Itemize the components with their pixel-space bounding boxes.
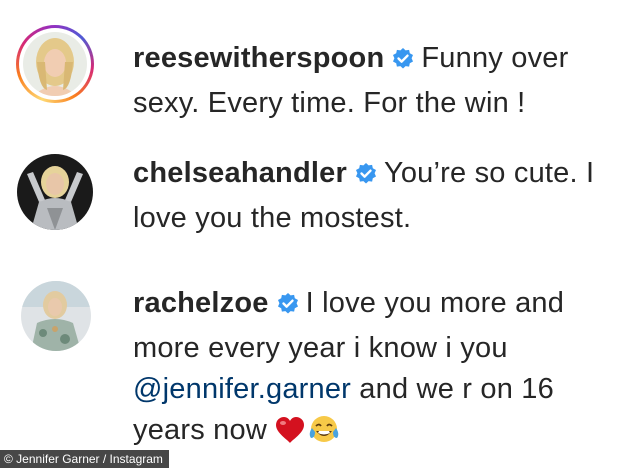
story-ring[interactable]	[16, 25, 94, 103]
mention-link[interactable]: @jennifer.garner	[133, 373, 351, 405]
red-heart-emoji-icon	[275, 415, 305, 456]
comment-rachelzoe: rachelzoe I love you more and more every y…	[0, 270, 634, 468]
comment-body-cont: sexy. Every time. For the win !	[133, 87, 526, 119]
comment-body-cont: and we r on 16	[351, 373, 554, 405]
comment-chelseahandler: chelseahandler You’re so cute. I love you …	[0, 140, 634, 270]
comment-body-cont: more every year i know i you	[133, 332, 508, 364]
comment-body-cont: years now	[133, 414, 267, 446]
verified-badge-icon	[354, 157, 378, 198]
username-link[interactable]: chelseahandler	[133, 157, 347, 189]
verified-badge-icon	[391, 42, 415, 83]
comment-text: reesewitherspoon Funny over sexy. Every ti…	[133, 38, 603, 124]
comment-reesewitherspoon: reesewitherspoon Funny over sexy. Every ti…	[0, 0, 634, 140]
avatar[interactable]	[23, 32, 87, 96]
comment-body-cont: love you the mostest.	[133, 202, 412, 234]
tears-of-joy-emoji-icon	[308, 414, 340, 456]
verified-badge-icon	[276, 287, 300, 328]
avatar[interactable]	[21, 281, 91, 351]
comment-text: chelseahandler You’re so cute. I love you …	[133, 153, 603, 239]
avatar[interactable]	[17, 154, 93, 230]
comment-text: rachelzoe I love you more and more every y…	[133, 283, 603, 456]
comment-body: I love you more and	[305, 287, 565, 319]
photo-credit: © Jennifer Garner / Instagram	[0, 450, 169, 468]
username-link[interactable]: rachelzoe	[133, 287, 269, 319]
comment-body: You’re so cute. I	[383, 157, 595, 189]
comment-body: Funny over	[421, 42, 569, 74]
username-link[interactable]: reesewitherspoon	[133, 42, 384, 74]
